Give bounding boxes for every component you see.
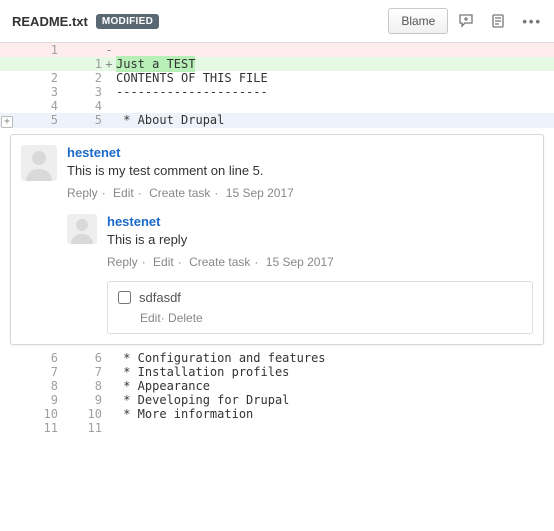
more-menu-icon[interactable]: ••• <box>522 14 542 29</box>
line-number-new: 3 <box>58 85 102 99</box>
diff-row: 33 --------------------- <box>0 85 554 99</box>
create-task-link[interactable]: Create task <box>189 255 250 269</box>
diff-sign <box>102 71 116 85</box>
code-line: * More information <box>116 407 554 421</box>
diff-row: 44 <box>0 99 554 113</box>
avatar <box>67 214 97 244</box>
code-line: * Developing for Drupal <box>116 393 554 407</box>
edit-link[interactable]: Edit <box>113 186 134 200</box>
diff-row: 1- <box>0 43 554 57</box>
diff-table: 1-1+Just a TEST22CONTENTS OF THIS FILE33… <box>0 43 554 128</box>
code-line: * Configuration and features <box>116 351 554 365</box>
line-number-new: 1 <box>58 57 102 71</box>
blame-button[interactable]: Blame <box>388 8 448 34</box>
inline-comment-block: hestenet This is my test comment on line… <box>10 134 544 345</box>
diff-table-after: 66 * Configuration and features77 * Inst… <box>0 351 554 435</box>
delete-link[interactable]: Delete <box>168 311 203 325</box>
diff-sign: + <box>102 57 116 71</box>
code-line <box>116 99 554 113</box>
task-item: sdfasdf Edit· Delete <box>107 281 533 334</box>
line-number-old: 6 <box>14 351 58 365</box>
edit-link[interactable]: Edit <box>140 311 161 325</box>
line-number-old: 7 <box>14 365 58 379</box>
reply-link[interactable]: Reply <box>107 255 138 269</box>
diff-sign <box>102 393 116 407</box>
modified-badge: MODIFIED <box>96 14 159 29</box>
diff-row: 77 * Installation profiles <box>0 365 554 379</box>
diff-row: 1111 <box>0 421 554 435</box>
comment-text: This is my test comment on line 5. <box>67 163 533 178</box>
create-task-link[interactable]: Create task <box>149 186 210 200</box>
code-line: CONTENTS OF THIS FILE <box>116 71 554 85</box>
line-number-new <box>58 43 102 57</box>
diff-sign <box>102 351 116 365</box>
line-number-old: 2 <box>14 71 58 85</box>
task-checkbox[interactable] <box>118 291 131 304</box>
reply-link[interactable]: Reply <box>67 186 98 200</box>
line-number-old: 3 <box>14 85 58 99</box>
line-number-new: 8 <box>58 379 102 393</box>
comment-actions: Reply· Edit· Create task· 15 Sep 2017 <box>107 255 533 269</box>
file-icon[interactable] <box>490 13 506 29</box>
diff-sign <box>102 379 116 393</box>
code-line <box>116 43 554 57</box>
diff-sign <box>102 421 116 435</box>
diff-sign <box>102 85 116 99</box>
comment-reply: hestenet This is a reply Reply· Edit· Cr… <box>67 214 533 334</box>
header-icons: ••• <box>458 13 542 29</box>
line-number-new: 4 <box>58 99 102 113</box>
code-line: Just a TEST <box>116 57 554 71</box>
line-number-new: 2 <box>58 71 102 85</box>
line-number-old <box>14 57 58 71</box>
task-text: sdfasdf <box>139 290 181 305</box>
code-line: * Installation profiles <box>116 365 554 379</box>
line-number-new: 10 <box>58 407 102 421</box>
diff-row: 1010 * More information <box>0 407 554 421</box>
diff-row: 22 CONTENTS OF THIS FILE <box>0 71 554 85</box>
diff-row: +55 * About Drupal <box>0 113 554 128</box>
code-line: * About Drupal <box>116 113 554 128</box>
line-number-old: 5 <box>14 113 58 128</box>
comment-add-icon[interactable] <box>458 13 474 29</box>
comment-actions: Reply· Edit· Create task· 15 Sep 2017 <box>67 186 533 200</box>
diff-row: 66 * Configuration and features <box>0 351 554 365</box>
diff-row: 99 * Developing for Drupal <box>0 393 554 407</box>
comment-date: 15 Sep 2017 <box>226 186 294 200</box>
diff-sign <box>102 99 116 113</box>
line-number-new: 5 <box>58 113 102 128</box>
comment: hestenet This is my test comment on line… <box>21 145 533 200</box>
line-number-new: 7 <box>58 365 102 379</box>
line-number-old: 11 <box>14 421 58 435</box>
diff-sign: - <box>102 43 116 57</box>
diff-row: 1+Just a TEST <box>0 57 554 71</box>
code-line: --------------------- <box>116 85 554 99</box>
line-number-new: 9 <box>58 393 102 407</box>
diff-sign <box>102 365 116 379</box>
line-number-new: 6 <box>58 351 102 365</box>
comment-text: This is a reply <box>107 232 533 247</box>
code-line <box>116 421 554 435</box>
comment-author[interactable]: hestenet <box>107 214 533 229</box>
code-line: * Appearance <box>116 379 554 393</box>
file-name: README.txt <box>12 14 88 29</box>
line-number-new: 11 <box>58 421 102 435</box>
comment-author[interactable]: hestenet <box>67 145 533 160</box>
add-comment-icon[interactable]: + <box>1 116 13 128</box>
diff-row: 88 * Appearance <box>0 379 554 393</box>
avatar <box>21 145 57 181</box>
line-number-old: 8 <box>14 379 58 393</box>
comment-date: 15 Sep 2017 <box>266 255 334 269</box>
line-number-old: 10 <box>14 407 58 421</box>
diff-sign <box>102 407 116 421</box>
diff-sign <box>102 113 116 128</box>
file-header: README.txt MODIFIED Blame ••• <box>0 0 554 43</box>
line-number-old: 1 <box>14 43 58 57</box>
edit-link[interactable]: Edit <box>153 255 174 269</box>
line-number-old: 4 <box>14 99 58 113</box>
line-number-old: 9 <box>14 393 58 407</box>
